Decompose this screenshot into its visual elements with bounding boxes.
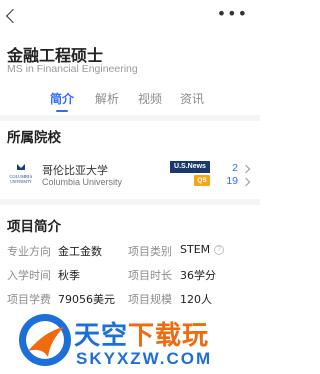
usnews-rank: 2: [232, 162, 238, 174]
program-subtitle: MS in Financial Engineering: [7, 63, 138, 75]
tab-bar: 简介 解析 视频 资讯: [0, 88, 260, 114]
back-arrow-icon[interactable]: [5, 8, 21, 24]
chevron-right-icon[interactable]: [241, 164, 251, 174]
school-section-title: 所属院校: [7, 130, 61, 146]
info-value: 金工金数: [58, 245, 102, 258]
active-tab-indicator: [56, 110, 68, 112]
intro-section-title: 项目简介: [7, 219, 61, 235]
info-label: 入学时间: [7, 269, 51, 282]
help-icon[interactable]: ?: [214, 245, 224, 255]
info-value: 36学分: [180, 269, 216, 282]
info-value: 秋季: [58, 269, 80, 282]
tab-video[interactable]: 视频: [138, 90, 162, 107]
section-divider: [0, 115, 260, 121]
tab-intro[interactable]: 简介: [50, 90, 74, 107]
top-bar: •••: [0, 0, 260, 34]
watermark-text-main: 天空: [74, 321, 129, 351]
qs-logo: QS: [194, 175, 210, 186]
info-label: 专业方向: [7, 245, 51, 258]
info-label: 项目类别: [128, 245, 172, 258]
uni-logo-text: COLUMBIA: [10, 174, 34, 179]
university-name-cn[interactable]: 哥伦比亚大学: [42, 162, 108, 178]
columbia-logo: COLUMBIA UNIVERSITY: [10, 164, 34, 184]
uni-logo-text-2: UNIVERSITY: [10, 180, 32, 184]
section-divider: [0, 199, 260, 205]
watermark: 天空下载玩 SKYXZW.COM: [0, 305, 260, 374]
usnews-logo: U.S.News: [170, 161, 210, 173]
tab-news[interactable]: 资讯: [180, 90, 204, 107]
info-value: STEM: [180, 243, 211, 256]
qs-rank: 19: [226, 175, 238, 187]
more-menu-icon[interactable]: •••: [217, 6, 248, 22]
tab-analysis[interactable]: 解析: [95, 90, 119, 107]
watermark-text-cn: 天空下载玩: [74, 315, 209, 352]
watermark-text-en: SKYXZW.COM: [76, 349, 213, 368]
info-label: 项目时长: [128, 269, 172, 282]
watermark-text-accent: 下载玩: [128, 321, 210, 351]
university-name-en[interactable]: Columbia University: [42, 177, 122, 187]
watermark-logo: [19, 314, 71, 366]
chevron-right-icon[interactable]: [241, 177, 251, 187]
